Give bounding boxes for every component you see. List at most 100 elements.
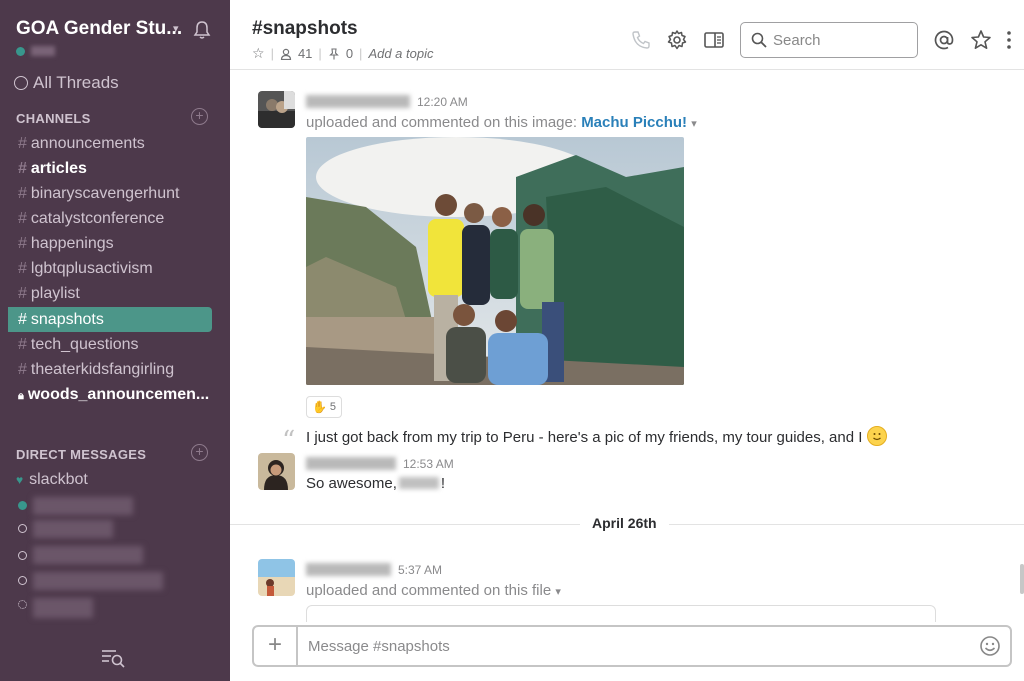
sender-name[interactable] <box>306 457 396 470</box>
channels-header[interactable]: CHANNELS <box>16 111 91 126</box>
star-icon[interactable] <box>970 29 992 51</box>
add-topic-link[interactable]: Add a topic <box>368 46 433 61</box>
page-title[interactable]: #snapshots <box>252 18 358 40</box>
team-name[interactable]: GOA Gender Stu... <box>16 18 182 40</box>
sidebar-item-articles[interactable]: # articles <box>8 156 212 181</box>
sidebar-item-snapshots[interactable]: # snapshots <box>8 307 212 332</box>
sender-name[interactable] <box>306 563 391 576</box>
heart-icon: ♥ <box>16 473 24 487</box>
message-timestamp[interactable]: 12:53 AM <box>403 457 454 471</box>
message-text-start: So awesome, <box>306 475 397 492</box>
message-text: So awesome,! <box>306 475 445 492</box>
emoji-picker-icon[interactable] <box>979 635 1001 657</box>
message-text-end: ! <box>440 475 446 492</box>
sender-name[interactable] <box>306 95 410 108</box>
file-share-text: uploaded and commented on this file ▾ <box>306 582 561 599</box>
details-panel-icon[interactable] <box>703 29 725 51</box>
dm-item-blurred[interactable] <box>33 572 163 590</box>
sidebar-item-binaryscavengerhunt[interactable]: # binaryscavengerhunt <box>8 181 212 206</box>
dm-header[interactable]: DIRECT MESSAGES <box>16 447 146 462</box>
sidebar-item-theaterkidsfangirling[interactable]: # theaterkidsfangirling <box>8 357 212 382</box>
message-timestamp[interactable]: 5:37 AM <box>398 563 442 577</box>
dm-item-blurred[interactable] <box>33 598 93 618</box>
quote-icon: “ <box>282 426 296 456</box>
message-input[interactable] <box>308 636 968 656</box>
smile-emoji-icon <box>866 426 887 446</box>
lock-icon: 🔒︎ <box>18 390 24 402</box>
channel-label: announcements <box>30 135 145 152</box>
channel-label: articles <box>30 160 87 177</box>
mention-blurred[interactable] <box>398 477 439 489</box>
scrollbar[interactable] <box>1020 564 1024 594</box>
pinned-count[interactable]: 0 <box>346 46 353 61</box>
sidebar-item-playlist[interactable]: # playlist <box>8 281 212 306</box>
shared-image[interactable] <box>306 137 684 385</box>
share-action: uploaded and commented on this image: <box>306 114 578 131</box>
chevron-down-icon[interactable]: ▾ <box>173 22 179 35</box>
dm-item-blurred[interactable] <box>33 520 113 538</box>
dm-item-slackbot[interactable]: ♥ slackbot <box>16 471 88 489</box>
mention-icon[interactable] <box>933 29 955 51</box>
sidebar: GOA Gender Stu... ▾ All Threads CHANNELS… <box>0 0 230 681</box>
quick-switcher-icon[interactable] <box>100 648 126 668</box>
hash-icon: # <box>18 311 27 328</box>
comment-text: I just got back from my trip to Peru - h… <box>306 429 863 446</box>
clap-icon: ✋ <box>311 400 327 414</box>
sidebar-item-announcements[interactable]: # announcements <box>8 131 212 156</box>
gear-icon[interactable] <box>666 29 688 51</box>
image-title-link[interactable]: Machu Picchu! <box>581 114 687 131</box>
avatar[interactable] <box>258 453 295 490</box>
bell-icon[interactable] <box>193 20 211 40</box>
image-comment: I just got back from my trip to Peru - h… <box>306 426 887 446</box>
hash-icon: # <box>18 260 27 277</box>
hash-icon: # <box>18 160 27 177</box>
reaction-clap[interactable]: ✋ 5 <box>306 396 342 418</box>
attach-button[interactable]: + <box>254 627 298 665</box>
all-threads-label: All Threads <box>33 73 119 92</box>
hash-icon: # <box>18 336 27 353</box>
search-input[interactable]: Search <box>740 22 918 58</box>
hash-icon: # <box>18 235 27 252</box>
channel-label: woods_announcemen... <box>27 386 210 403</box>
sidebar-item-lgbtqplusactivism[interactable]: # lgbtqplusactivism <box>8 256 212 281</box>
channel-meta: ☆ | 41 | 0 | Add a topic <box>252 45 434 62</box>
dm-item-blurred[interactable] <box>33 546 143 564</box>
presence-icon <box>18 501 27 510</box>
all-threads-link[interactable]: All Threads <box>14 73 119 93</box>
avatar[interactable] <box>258 559 295 596</box>
sidebar-item-happenings[interactable]: # happenings <box>8 231 212 256</box>
channel-label: theaterkidsfangirling <box>30 361 175 378</box>
file-preview-card[interactable] <box>306 605 936 622</box>
day-divider-label: April 26th <box>580 515 669 531</box>
add-channel-icon[interactable]: + <box>191 108 208 125</box>
message-list: 12:20 AM uploaded and commented on this … <box>230 70 1024 622</box>
phone-icon[interactable] <box>630 29 652 51</box>
hash-icon: # <box>18 185 27 202</box>
more-options-icon[interactable] <box>1002 29 1016 51</box>
chevron-down-icon[interactable]: ▾ <box>555 586 561 598</box>
user-name <box>31 46 55 56</box>
avatar[interactable] <box>258 91 295 128</box>
channel-label: lgbtqplusactivism <box>30 260 153 277</box>
share-action: uploaded and commented on this file <box>306 582 552 599</box>
presence-icon <box>18 600 27 609</box>
hash-icon: # <box>18 285 27 302</box>
channel-header: #snapshots ☆ | 41 | 0 | Add a topic Sear… <box>230 0 1024 70</box>
dm-label: slackbot <box>29 471 88 488</box>
add-dm-icon[interactable]: + <box>191 444 208 461</box>
reaction-count: 5 <box>329 401 337 413</box>
threads-icon <box>14 76 28 90</box>
sidebar-item-woods-announcements[interactable]: 🔒︎ woods_announcemen... <box>8 382 212 407</box>
pin-icon <box>328 47 339 59</box>
member-count[interactable]: 41 <box>298 46 312 61</box>
dm-item-blurred[interactable] <box>33 497 133 515</box>
channel-label: binaryscavengerhunt <box>30 185 180 202</box>
star-icon[interactable]: ☆ <box>252 45 265 62</box>
chevron-down-icon[interactable]: ▾ <box>691 118 697 130</box>
presence-icon <box>16 47 25 56</box>
presence-icon <box>18 576 27 585</box>
hash-icon: # <box>18 210 27 227</box>
message-timestamp[interactable]: 12:20 AM <box>417 95 468 109</box>
sidebar-item-catalystconference[interactable]: # catalystconference <box>8 206 212 231</box>
sidebar-item-tech-questions[interactable]: # tech_questions <box>8 332 212 357</box>
